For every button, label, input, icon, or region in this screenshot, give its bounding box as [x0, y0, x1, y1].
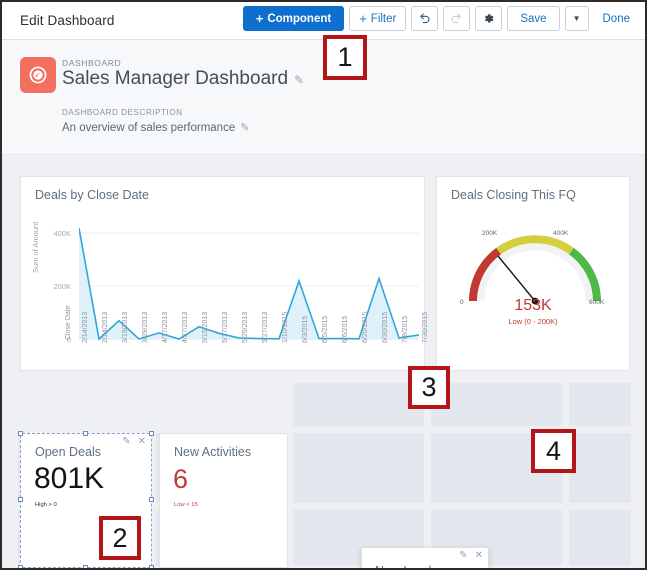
chart-x-tick: 1/10/2015 — [282, 311, 289, 343]
chart-x-axis-label: Close Date — [65, 305, 72, 340]
chart-x-tick: 2/24/2013 — [102, 311, 109, 343]
callout-marker-2: 2 — [99, 516, 141, 560]
dashboard-title-text: Sales Manager Dashboard — [62, 68, 289, 89]
gear-icon — [485, 14, 494, 23]
chart-x-tick: 6/20/2015 — [362, 311, 369, 343]
widget-new-activities[interactable]: New Activities 6 Low < 15 — [159, 433, 288, 568]
close-icon[interactable]: ✕ — [475, 550, 483, 561]
gauge-tick-200k: 200K — [482, 230, 498, 237]
edit-title-pencil-icon[interactable]: ✎ — [294, 73, 304, 87]
resize-handle-sw[interactable] — [18, 565, 23, 568]
widget-new-leads[interactable]: New Leads ✎ ✕ 16 High > 15 — [361, 547, 489, 568]
done-label: Done — [602, 12, 631, 25]
chart-x-tick: 6/6/2015 — [342, 315, 349, 343]
edit-pencil-icon[interactable]: ✎ — [122, 436, 130, 447]
chart-x-tick: 3/29/2013 — [142, 311, 149, 343]
widget-title: New Activities — [174, 445, 252, 459]
undo-icon — [420, 13, 430, 24]
metric-value: 801K — [34, 462, 105, 495]
callout-marker-4: 4 — [531, 429, 576, 473]
dashboard-description-label: DASHBOARD DESCRIPTION — [62, 108, 183, 117]
done-button[interactable]: Done — [594, 6, 640, 31]
grid-placeholder-cell[interactable] — [569, 433, 631, 503]
widget-title: Open Deals — [35, 445, 102, 459]
gauge-range-label: Low (0 - 200K) — [508, 317, 558, 326]
chart-x-tick: 2/14/2013 — [82, 311, 89, 343]
chart-y-axis-label: Sum of Amount — [31, 221, 40, 273]
chart-y-tick: 200K — [53, 282, 71, 291]
widget-tools: ✎ ✕ — [459, 550, 483, 561]
grid-placeholder-cell[interactable] — [293, 433, 424, 503]
chart-x-tick: 7/30/2015 — [422, 311, 429, 343]
resize-handle-w[interactable] — [18, 497, 23, 502]
dashboard-title: Sales Manager Dashboard ✎ — [62, 68, 304, 90]
chart-x-tick: 5/17/2013 — [222, 311, 229, 343]
dashboard-canvas[interactable]: Deals by Close Date Sum of Amount 400K 2… — [2, 155, 645, 568]
add-filter-label: Filter — [370, 12, 397, 25]
resize-handle-n[interactable] — [83, 431, 88, 436]
toolbar-actions: + Component + Filter Save ▼ Done — [242, 6, 640, 31]
resize-handle-nw[interactable] — [18, 431, 23, 436]
gauge-icon — [29, 66, 47, 84]
widget-title: Deals by Close Date — [35, 188, 149, 202]
add-component-label: Component — [267, 12, 332, 25]
settings-button[interactable] — [475, 6, 503, 31]
widget-title: New Leads — [375, 564, 438, 568]
page-title: Edit Dashboard — [20, 13, 115, 28]
resize-handle-e[interactable] — [149, 497, 154, 502]
redo-icon — [451, 13, 462, 24]
undo-button[interactable] — [411, 6, 439, 31]
dashboard-eyebrow: DASHBOARD — [62, 58, 122, 68]
chart-x-tick: 6/30/2015 — [382, 311, 389, 343]
chart-x-tick: 4/17/2013 — [162, 311, 169, 343]
chart-x-tick: 6/3/2015 — [302, 315, 309, 343]
grid-placeholder-cell[interactable] — [569, 383, 631, 426]
widget-deals-by-close-date[interactable]: Deals by Close Date Sum of Amount 400K 2… — [20, 176, 429, 371]
chevron-down-icon: ▼ — [572, 14, 581, 23]
widget-title: Deals Closing This FQ — [451, 188, 576, 202]
add-filter-button[interactable]: + Filter — [349, 6, 407, 31]
chart-x-tick: 5/15/2013 — [202, 311, 209, 343]
grid-placeholder-cell[interactable] — [569, 510, 631, 565]
gauge-tick-400k: 400K — [553, 230, 569, 237]
save-label: Save — [520, 12, 547, 25]
callout-marker-3: 3 — [408, 366, 450, 409]
redo-button[interactable] — [443, 6, 471, 31]
chart-x-tick: 4/27/2013 — [182, 311, 189, 343]
add-component-button[interactable]: + Component — [242, 6, 345, 31]
chart-x-tick: 3/19/2013 — [122, 311, 129, 343]
grid-placeholder-cell[interactable] — [293, 383, 424, 426]
dashboard-description: An overview of sales performance ✎ — [62, 121, 249, 135]
close-icon[interactable]: ✕ — [138, 436, 146, 447]
resize-handle-se[interactable] — [149, 565, 154, 568]
metric-condition: Low < 15 — [174, 502, 198, 508]
grid-placeholder-cell[interactable] — [431, 383, 562, 426]
chart-x-tick: 5/27/2013 — [262, 311, 269, 343]
resize-handle-s[interactable] — [83, 565, 88, 568]
metric-value: 6 — [173, 464, 189, 494]
chart-x-tick: 5/25/2013 — [242, 311, 249, 343]
save-button[interactable]: Save — [507, 6, 560, 31]
chart-y-tick: 400K — [53, 229, 71, 238]
plus-icon: + — [359, 11, 367, 26]
edit-description-pencil-icon[interactable]: ✎ — [240, 121, 249, 134]
dashboard-description-text: An overview of sales performance — [62, 121, 236, 134]
save-options-dropdown[interactable]: ▼ — [564, 6, 589, 31]
widget-tools: ✎ ✕ — [122, 436, 146, 447]
resize-handle-ne[interactable] — [149, 431, 154, 436]
callout-marker-1: 1 — [323, 35, 367, 80]
chart-x-tick: 6/5/2015 — [322, 315, 329, 343]
edit-pencil-icon[interactable]: ✎ — [459, 550, 467, 561]
widget-deals-closing-this-fq[interactable]: Deals Closing This FQ 0 200K 400K 600K 1… — [436, 176, 630, 371]
chart-x-tick: 7/8/2015 — [402, 315, 409, 343]
dashboard-icon — [20, 57, 56, 93]
dashboard-builder-window: Edit Dashboard + Component + Filter Save… — [0, 0, 647, 570]
plus-icon: + — [255, 11, 264, 26]
gauge-value: 153K — [514, 297, 552, 314]
metric-condition: High > 0 — [35, 502, 57, 508]
